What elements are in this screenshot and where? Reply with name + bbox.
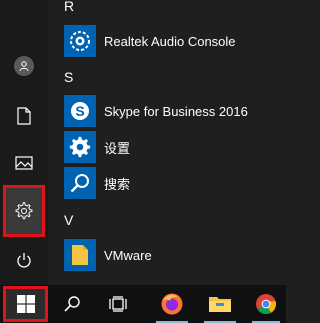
taskbar-search-button[interactable]	[52, 285, 92, 323]
group-header-s[interactable]: S	[64, 69, 73, 85]
taskbar-chrome-button[interactable]	[246, 285, 286, 323]
taskbar-file-explorer-button[interactable]	[198, 285, 242, 323]
search-icon	[64, 296, 80, 312]
app-search[interactable]: 搜索	[64, 166, 286, 200]
app-label: VMware	[104, 247, 152, 263]
folder-icon	[64, 239, 96, 271]
start-menu: R Realtek Audio Console S S Skype for Bu…	[0, 0, 286, 285]
app-label: 搜索	[104, 176, 131, 192]
svg-text:S: S	[75, 103, 84, 119]
search-icon	[64, 167, 96, 199]
rail-user-button[interactable]	[3, 46, 45, 86]
skype-icon: S	[64, 95, 96, 127]
task-view-icon	[109, 296, 127, 312]
app-label: 设置	[104, 140, 131, 156]
app-realtek-audio-console[interactable]: Realtek Audio Console	[64, 24, 286, 58]
taskbar	[0, 285, 286, 323]
folder-icon	[209, 297, 231, 312]
chrome-icon	[256, 294, 277, 315]
app-settings[interactable]: 设置	[64, 130, 286, 164]
app-label: Skype for Business 2016	[104, 103, 248, 119]
app-list: R Realtek Audio Console S S Skype for Bu…	[56, 0, 286, 285]
group-header-r[interactable]: R	[64, 0, 74, 14]
app-vmware[interactable]: VMware	[64, 238, 286, 272]
picture-icon	[15, 156, 33, 170]
rail-power-button[interactable]	[3, 240, 45, 280]
start-menu-rail	[0, 0, 48, 285]
user-icon	[14, 56, 34, 76]
firefox-icon	[161, 293, 183, 315]
realtek-audio-icon	[64, 25, 96, 57]
power-icon	[17, 252, 31, 267]
app-skype-for-business[interactable]: S Skype for Business 2016	[64, 94, 286, 128]
group-header-v[interactable]: V	[64, 212, 73, 228]
gear-icon	[15, 202, 33, 220]
start-button[interactable]	[3, 286, 48, 322]
taskbar-task-view-button[interactable]	[98, 285, 138, 323]
app-label: Realtek Audio Console	[104, 33, 236, 49]
rail-pictures-button[interactable]	[3, 143, 45, 183]
rail-documents-button[interactable]	[3, 96, 45, 136]
taskbar-firefox-button[interactable]	[150, 285, 194, 323]
document-icon	[17, 107, 31, 125]
gear-icon	[64, 131, 96, 163]
windows-logo-icon	[16, 295, 35, 313]
rail-settings-button[interactable]	[3, 185, 45, 237]
